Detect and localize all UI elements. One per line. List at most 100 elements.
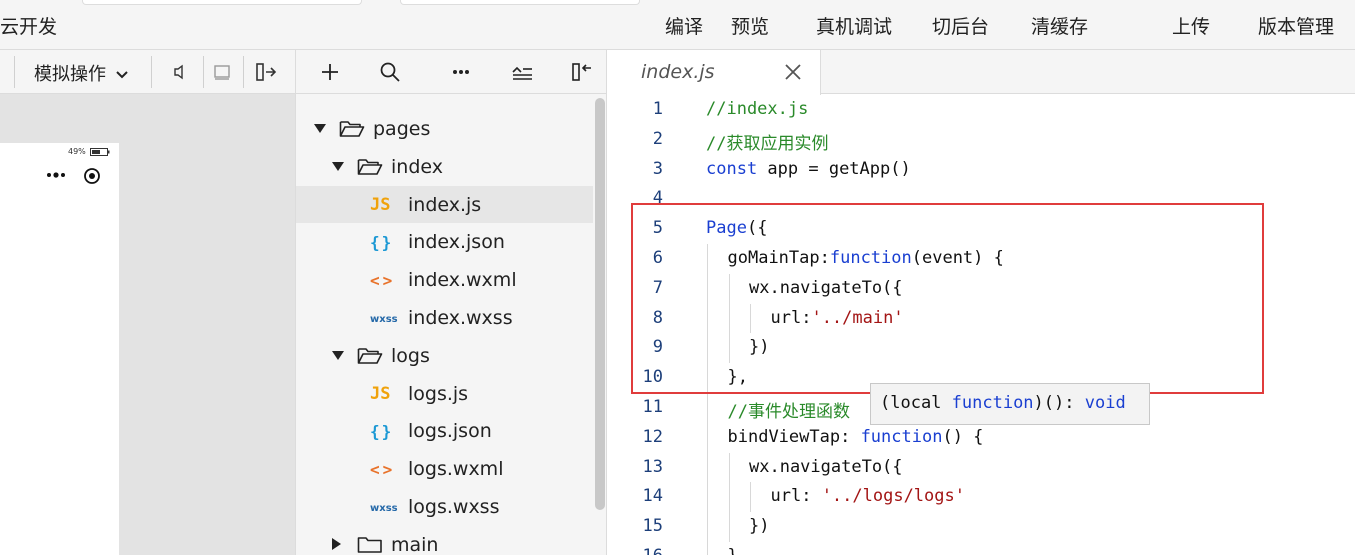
chevron-down-icon[interactable] bbox=[332, 350, 344, 360]
line-number: 7 bbox=[652, 277, 663, 298]
wxss-file-icon: wxss bbox=[370, 314, 398, 325]
tree-file[interactable]: {} logs.json bbox=[296, 412, 593, 449]
line-number: 1 bbox=[652, 99, 663, 119]
code-text: //事件处理函数 bbox=[727, 402, 850, 422]
code-line[interactable]: 6 goMainTap:function(event) { bbox=[607, 244, 1355, 274]
tree-item-label: pages bbox=[373, 118, 431, 140]
upload-button[interactable]: 上传 bbox=[1172, 12, 1210, 39]
code-text: }) bbox=[749, 516, 770, 537]
code-line[interactable]: 2 //获取应用实例 bbox=[607, 125, 1355, 155]
tree-folder[interactable]: index bbox=[296, 148, 593, 185]
more-button[interactable] bbox=[447, 58, 475, 86]
plus-icon bbox=[322, 64, 338, 80]
code-line[interactable]: 8 url:'../main' bbox=[607, 303, 1355, 334]
line-number: 11 bbox=[642, 397, 663, 417]
version-control-button[interactable]: 版本管理 bbox=[1258, 12, 1334, 39]
tree-file[interactable]: {} index.json bbox=[296, 223, 593, 260]
indent-guide bbox=[707, 452, 708, 483]
preview-button[interactable]: 预览 bbox=[731, 12, 769, 39]
code-line[interactable]: 7 wx.navigateTo({ bbox=[607, 273, 1355, 304]
cloud-dev-button[interactable]: 云开发 bbox=[0, 12, 57, 39]
indent-guide bbox=[728, 512, 730, 542]
top-toolbar: 云开发 编译 预览 真机调试 切后台 清缓存 上传 版本管理 bbox=[0, 0, 1355, 50]
toolbar-group-divider bbox=[82, 0, 362, 5]
indent-guide bbox=[707, 333, 708, 364]
code-line[interactable]: 12 bindViewTap: function() { bbox=[607, 422, 1355, 453]
tree-file[interactable]: <> logs.wxml bbox=[296, 450, 593, 487]
remote-debug-button[interactable]: 真机调试 bbox=[816, 12, 892, 39]
code-text: wx.navigateTo({ bbox=[749, 277, 903, 298]
code-text: url:'../main' bbox=[770, 307, 904, 328]
tree-file[interactable]: JS logs.js bbox=[296, 375, 593, 412]
tree-file[interactable]: wxss logs.wxss bbox=[296, 488, 593, 525]
code-line[interactable]: 1 //index.js bbox=[607, 95, 1355, 125]
collapse-all-button[interactable] bbox=[508, 58, 536, 86]
code-line[interactable]: 5 Page({ bbox=[607, 214, 1355, 244]
code-line[interactable]: 16}, bbox=[607, 542, 1355, 555]
chevron-down-icon bbox=[116, 71, 128, 79]
divider bbox=[203, 56, 204, 88]
tree-folder[interactable]: main bbox=[296, 526, 593, 555]
line-number: 8 bbox=[652, 307, 663, 328]
line-number: 9 bbox=[652, 337, 663, 358]
code-editor[interactable]: 1 //index.js 2 //获取应用实例 3 const app = getApp(… bbox=[607, 95, 1355, 555]
mute-button[interactable] bbox=[166, 58, 194, 86]
tree-file[interactable]: JS index.js bbox=[296, 185, 593, 223]
code-line[interactable]: 3 const app = getApp() bbox=[607, 155, 1355, 185]
simulate-operation-label: 模拟操作 bbox=[34, 64, 106, 85]
more-icon bbox=[453, 70, 469, 74]
tree-item-label: logs bbox=[391, 344, 430, 367]
chevron-down-icon[interactable] bbox=[332, 161, 344, 171]
tree-folder[interactable]: pages bbox=[296, 110, 593, 147]
file-explorer: pages index JS index.js{} index.json <> index.… bbox=[296, 94, 607, 555]
simulate-operation-dropdown[interactable]: 模拟操作 bbox=[34, 60, 129, 86]
chevron-right-icon[interactable] bbox=[332, 537, 341, 550]
close-icon[interactable] bbox=[783, 62, 803, 82]
code-line[interactable]: 14 url: '../logs/logs' bbox=[607, 482, 1355, 513]
indent-guide bbox=[707, 482, 708, 513]
divider bbox=[243, 56, 244, 88]
tree-file[interactable]: wxss index.wxss bbox=[296, 299, 593, 336]
code-line[interactable]: 9}) bbox=[607, 333, 1355, 364]
tooltip-signature: (local function)(): void bbox=[880, 393, 1126, 413]
window-button[interactable] bbox=[208, 58, 236, 86]
tree-file[interactable]: <> index.wxml bbox=[296, 261, 593, 298]
phone-screen[interactable]: 49% bbox=[0, 143, 119, 555]
compile-button[interactable]: 编译 bbox=[665, 12, 703, 39]
clear-cache-button[interactable]: 清缓存 bbox=[1031, 12, 1088, 39]
new-file-button[interactable] bbox=[316, 58, 344, 86]
capsule-menu-icon[interactable] bbox=[46, 171, 66, 179]
code-line[interactable]: 13 wx.navigateTo({ bbox=[607, 452, 1355, 483]
tree-item-label: index.wxml bbox=[408, 269, 517, 292]
tree-item-label: index.js bbox=[408, 193, 482, 216]
background-button[interactable]: 切后台 bbox=[932, 12, 989, 39]
indent-guide bbox=[707, 512, 708, 542]
code-text: const app = getApp() bbox=[706, 158, 911, 179]
js-file-icon: JS bbox=[370, 383, 391, 404]
code-line[interactable]: 15}) bbox=[607, 512, 1355, 542]
indent-guide bbox=[728, 273, 730, 304]
indent-guide bbox=[728, 452, 730, 483]
panel-toggle-button[interactable] bbox=[252, 58, 280, 86]
tree-folder[interactable]: logs bbox=[296, 337, 593, 374]
line-number: 12 bbox=[642, 426, 663, 447]
capsule-close-icon[interactable] bbox=[83, 167, 101, 185]
line-number: 15 bbox=[642, 516, 663, 537]
search-button[interactable] bbox=[376, 58, 404, 86]
search-icon bbox=[380, 62, 400, 82]
indent-guide bbox=[750, 303, 751, 334]
explorer-scrollbar[interactable] bbox=[595, 98, 605, 510]
tab-index-js[interactable]: index.js bbox=[607, 50, 821, 95]
chevron-down-icon[interactable] bbox=[314, 124, 326, 133]
line-number: 6 bbox=[652, 248, 663, 268]
divider bbox=[14, 56, 15, 88]
code-text: }) bbox=[749, 337, 770, 358]
explorer-toolbar bbox=[296, 50, 607, 94]
split-panel-button[interactable] bbox=[568, 58, 596, 86]
code-line[interactable]: 4 bbox=[607, 184, 1355, 214]
collapse-all-icon bbox=[512, 66, 532, 80]
tree-item-label: logs.wxml bbox=[408, 458, 504, 481]
panel-toggle-icon bbox=[256, 63, 277, 81]
editor-tab-bar: index.js bbox=[607, 50, 1355, 95]
folder-open-icon bbox=[357, 347, 383, 364]
